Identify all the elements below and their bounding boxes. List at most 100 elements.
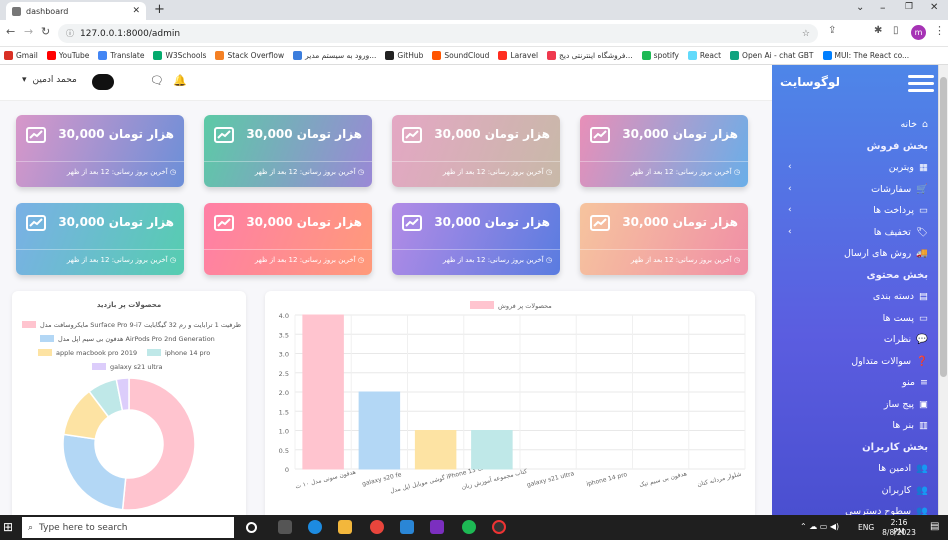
user-menu[interactable]: ▾ محمد ادمین [22,75,77,85]
stat-card[interactable]: 30,000 هزار تومان آخرین بروز رسانی: 12 بع… [16,203,184,275]
taskbar-search-placeholder: Type here to search [39,522,128,533]
stat-card[interactable]: 30,000 هزار تومان آخرین بروز رسانی: 12 بع… [580,115,748,187]
bookmark-item[interactable]: Gmail [4,51,38,60]
stat-card[interactable]: 30,000 هزار تومان آخرین بروز رسانی: 12 بع… [204,203,372,275]
stat-card[interactable]: 30,000 هزار تومان آخرین بروز رسانی: 12 بع… [580,203,748,275]
widgets-icon[interactable] [278,520,292,534]
profile-avatar[interactable]: m [911,25,926,40]
new-tab-icon[interactable]: + [154,2,165,17]
bookmark-star-icon[interactable]: ☆ [802,29,810,39]
stat-card[interactable]: 30,000 هزار تومان آخرین بروز رسانی: 12 بع… [16,115,184,187]
stat-card-value: 30,000 هزار تومان [246,127,362,141]
bookmark-favicon-icon [46,51,56,60]
stat-card[interactable]: 30,000 هزار تومان آخرین بروز رسانی: 12 بع… [204,115,372,187]
minimize-icon[interactable]: – [880,1,886,14]
notification-icon[interactable]: ▤ [930,521,939,532]
bell-icon[interactable]: 🔔 [173,74,187,87]
sidebar-item-label: پیج ساز [883,398,915,410]
scrollbar-thumb[interactable] [940,77,947,377]
sidebar-item-sales[interactable]: 🛒 سفارشات [871,184,928,195]
close-tab-icon[interactable]: ✕ [132,6,140,16]
clock-date[interactable]: 8/8/2023 [882,528,916,537]
back-icon[interactable]: ← [6,25,15,38]
bookmark-item[interactable]: Laravel [498,51,538,60]
bookmark-item[interactable]: SoundCloud [432,51,489,60]
chevron-left-icon[interactable]: ‹ [788,205,792,215]
sidebar-item-sales[interactable]: ▭ پرداخت ها [873,205,928,216]
bar[interactable] [471,430,513,470]
bookmark-label: Gmail [16,51,38,60]
windows-start-icon[interactable]: ⊞ [3,520,13,534]
window-close-icon[interactable]: ✕ [930,2,938,13]
bar-y-tick: 2.0 [279,389,289,397]
edge-icon[interactable] [308,520,322,534]
bookmark-item[interactable]: W3Schools [153,51,206,60]
sidebar-item-content[interactable]: ≡ منو [902,377,928,388]
screen-recorder-icon[interactable] [492,520,506,534]
url-input[interactable]: ⓘ 127.0.0.1:8000/admin ☆ [58,24,818,43]
hamburger-menu-icon[interactable] [908,75,934,93]
bookmark-item[interactable]: Stack Overflow [215,51,284,60]
vscode-icon[interactable] [400,520,414,534]
tray-icons[interactable]: ⌃ ☁ ▭ ◀) [800,522,839,531]
site-logo[interactable]: لوگوسایت [780,75,840,89]
sidebar-item-users[interactable]: 👥 کاربران [882,485,928,496]
page-scrollbar[interactable] [938,65,948,515]
bookmark-item[interactable]: YouTube [46,51,89,60]
sidebar-item-content[interactable]: ▤ دسته بندی [873,291,928,302]
pie-slice[interactable] [62,433,127,511]
chevron-left-icon[interactable]: ‹ [788,184,792,194]
tab-search-icon[interactable]: ⌄ [856,2,864,13]
sidebar-item-sales[interactable]: ▦ ویترین [889,162,928,173]
bar-legend-swatch [470,301,494,309]
bar[interactable] [414,430,457,470]
forward-icon[interactable]: → [24,25,33,38]
sidebar-item-users[interactable]: 👥 ادمین ها [878,463,928,474]
sidebar-item-content[interactable]: ▣ پیج ساز [884,399,928,410]
avatar[interactable] [92,74,114,90]
chevron-left-icon[interactable]: ‹ [788,227,792,237]
bar-y-tick: 3.5 [279,331,289,339]
sidebar-item-sales[interactable]: 🚚 روش های ارسال [844,248,928,259]
bookmark-item[interactable]: MUI: The React co... [822,51,909,60]
browser-menu-icon[interactable]: ⋮ [934,24,945,37]
bookmark-item[interactable]: ورود به سیستم مدیر... [293,51,376,60]
bookmark-item[interactable]: Open Ai - chat GBT [730,51,814,60]
bookmark-item[interactable]: React [687,51,721,60]
sidebar-item-content[interactable]: ❓ سوالات متداول [851,356,928,367]
sidebar-item-content[interactable]: ▥ بنر ها [892,420,928,431]
sidebar-item-users[interactable]: 👥 سطوح دسترسی [845,506,928,515]
browser-tab[interactable]: dashboard ✕ [6,2,146,20]
share-icon[interactable]: ⇪ [828,25,836,36]
site-info-icon[interactable]: ⓘ [66,28,74,39]
sidepanel-icon[interactable]: ▯ [893,25,899,36]
chevron-left-icon[interactable]: ‹ [788,162,792,172]
sidebar-item-content[interactable]: 💬 نظرات [884,334,928,345]
bar[interactable] [302,314,344,470]
phpstorm-icon[interactable] [430,520,444,534]
pie-slice[interactable] [121,377,196,511]
extensions-icon[interactable]: ✱ [874,25,882,36]
stat-card-footer: آخرین بروز رسانی: 12 بعد از ظهر ◷ [443,168,552,176]
file-explorer-icon[interactable] [338,520,352,534]
sidebar-item-home[interactable]: ⌂ خانه [900,119,928,130]
bar-x-tick: شلوار مردانه کتان [697,471,743,489]
reload-icon[interactable]: ↻ [41,25,50,38]
maximize-icon[interactable]: ❐ [905,2,913,12]
bookmark-item[interactable]: spotify [641,51,679,60]
stat-card[interactable]: 30,000 هزار تومان آخرین بروز رسانی: 12 بع… [392,115,560,187]
stat-card-value: 30,000 هزار تومان [622,127,738,141]
sidebar-item-sales[interactable]: 🏷 تخفیف ها [874,227,928,238]
bar[interactable] [358,391,401,470]
bookmark-item[interactable]: GitHub [385,51,423,60]
spotify-icon[interactable] [462,520,476,534]
bookmark-item[interactable]: فروشگاه اینترنتی دیج... [547,51,633,60]
task-view-icon[interactable] [246,522,257,533]
taskbar-search-input[interactable]: ⌕ Type here to search [22,517,234,538]
chrome-icon[interactable] [370,520,384,534]
chat-icon[interactable]: 🗨 [150,74,164,87]
sidebar-item-content[interactable]: ▭ پست ها [883,313,928,324]
bookmark-item[interactable]: Translate [98,51,144,60]
stat-card[interactable]: 30,000 هزار تومان آخرین بروز رسانی: 12 بع… [392,203,560,275]
input-language[interactable]: ENG [858,523,874,532]
